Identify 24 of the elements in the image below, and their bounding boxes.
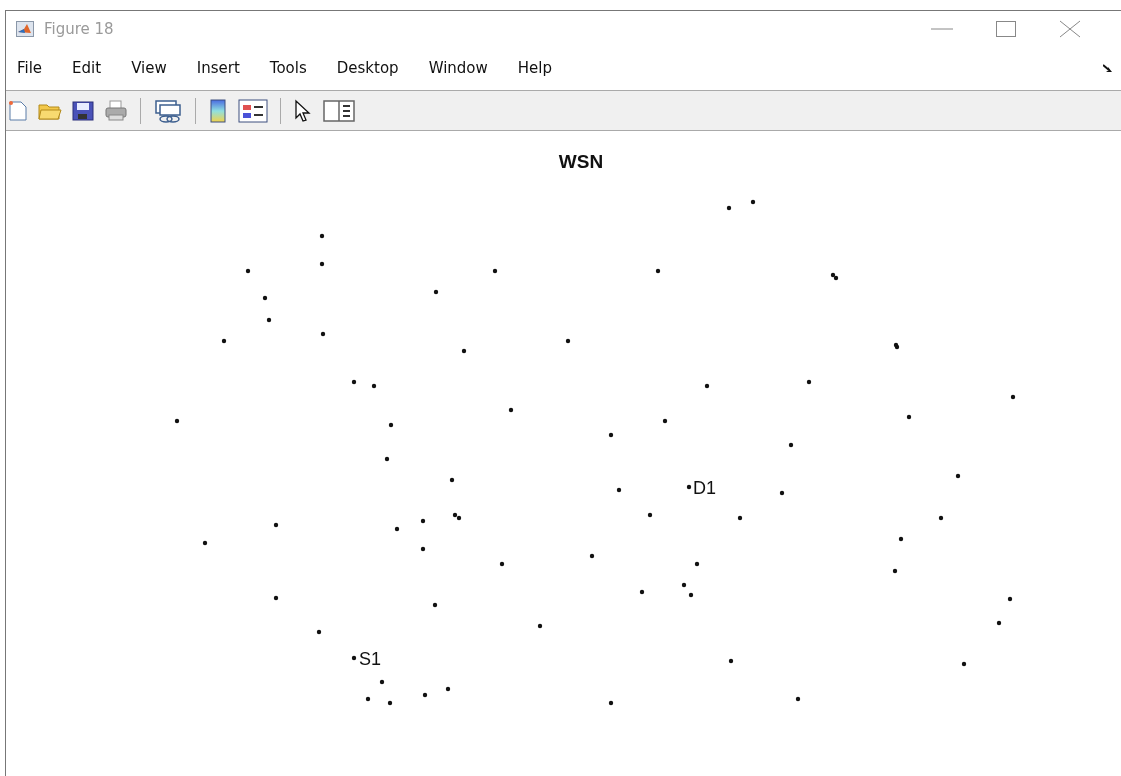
menu-item[interactable]: Window: [428, 59, 488, 77]
menu-item[interactable]: Insert: [196, 59, 240, 77]
new-file-icon[interactable]: [8, 99, 28, 122]
menu-item[interactable]: Help: [517, 59, 552, 77]
colorbar-icon[interactable]: [208, 98, 228, 123]
node-label: D1: [693, 478, 716, 498]
maximize-icon[interactable]: [995, 19, 1017, 38]
menu-item[interactable]: Desktop: [336, 59, 399, 77]
dock-arrow-icon[interactable]: [1103, 63, 1113, 73]
close-icon[interactable]: [1059, 19, 1081, 38]
menu-item[interactable]: Tools: [269, 59, 307, 77]
window-title: Figure 18: [44, 19, 114, 38]
print-icon[interactable]: [104, 99, 128, 122]
app-icon: [16, 20, 34, 37]
menu-item[interactable]: Edit: [72, 59, 102, 77]
node-label: S1: [359, 649, 382, 669]
property-panel-icon[interactable]: [323, 98, 355, 123]
pointer-icon[interactable]: [293, 98, 313, 123]
save-icon[interactable]: [72, 99, 94, 122]
link-figure-icon[interactable]: [153, 98, 183, 123]
plot-title: WSN: [558, 151, 604, 172]
legend-icon[interactable]: [238, 98, 268, 123]
menu-item[interactable]: View: [131, 59, 167, 77]
menu-item[interactable]: File: [17, 59, 43, 77]
